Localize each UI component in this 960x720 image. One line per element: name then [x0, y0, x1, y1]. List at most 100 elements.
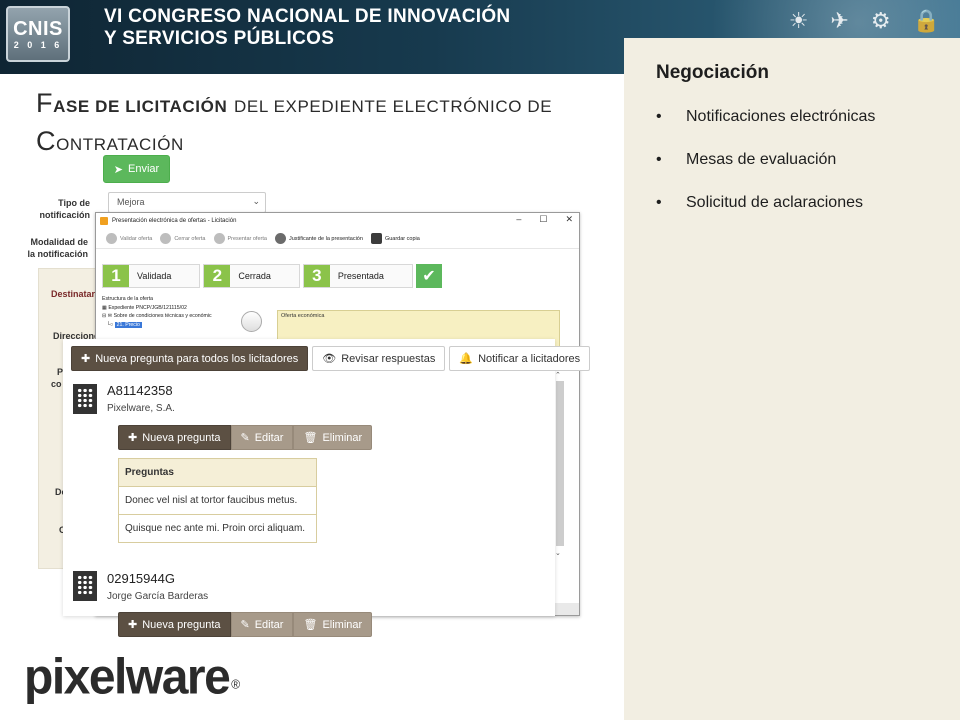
review-answers-button[interactable]: 👁 Revisar respuestas — [312, 346, 446, 371]
tree-item[interactable]: └○ 21. Precio — [102, 321, 234, 330]
button-label: Editar — [254, 431, 284, 444]
badge-text: CNIS — [13, 18, 63, 40]
window-corner — [554, 603, 579, 615]
tree-item-label: 21. Precio — [114, 321, 142, 328]
tree-item-label: Expediente PNCP/JGB/121115/02 — [108, 304, 187, 311]
step-number: 1 — [103, 265, 129, 287]
button-label: Editar — [254, 618, 284, 631]
title-rest: del expediente electrónico de — [234, 97, 553, 116]
banner-icons: ☀ ✈ ⚙ 🔒 — [789, 8, 940, 34]
window-toolbar: Validar oferta Cerrar oferta Presentar o… — [96, 229, 579, 249]
building-icon — [73, 384, 97, 414]
toolbar-label: Justificante de la presentación — [288, 235, 363, 242]
lock-icon — [160, 233, 172, 244]
tipo-label: Tipo de notificación — [30, 197, 90, 221]
banner-title-line2: Y SERVICIOS PÚBLICOS — [104, 28, 335, 49]
bullet-icon: • — [656, 108, 662, 125]
button-label: Eliminar — [322, 431, 363, 444]
radio-button[interactable] — [241, 311, 262, 332]
tree-item[interactable]: ⊟ ✉ Sobre de condiciones técnicas y econ… — [102, 312, 234, 321]
pixelware-logo: pixelware ® — [24, 649, 240, 708]
new-question-all-button[interactable]: ✚ Nueva pregunta para todos los licitador… — [71, 346, 309, 371]
modalidad-label-2: la notificación — [27, 249, 88, 259]
title-strong: ase de licitación — [53, 97, 228, 116]
button-label: Revisar respuestas — [341, 352, 436, 365]
upload-icon — [213, 233, 225, 244]
title-rest: ontratación — [56, 135, 184, 154]
delete-button[interactable]: 🗑 Eliminar — [293, 612, 373, 637]
new-question-button[interactable]: ✚ Nueva pregunta — [118, 612, 231, 637]
banner-title: VI CONGRESO NACIONAL DE INNOVACIÓN Y SER… — [104, 6, 510, 50]
step-closed: 2 Cerrada — [203, 264, 300, 288]
progress-steps: 1 Validada 2 Cerrada 3 Presentada ✔ — [102, 264, 442, 288]
toolbar-label: Validar oferta — [120, 235, 153, 242]
chevron-down-icon[interactable]: ⌄ — [555, 549, 561, 557]
edit-button[interactable]: ✎ Editar — [230, 612, 294, 637]
bidder-id: 02915944G — [107, 571, 175, 586]
questions-panel: ✚ Nueva pregunta para todos los licitador… — [63, 339, 591, 616]
send-icon: ➤ — [113, 163, 124, 176]
toolbar-label: Presentar oferta — [227, 235, 267, 242]
notify-bidders-button[interactable]: 🔔 Notificar a licitadores — [449, 346, 591, 371]
questions-header: Preguntas — [118, 458, 317, 487]
trash-icon: 🗑 — [303, 432, 318, 444]
tipo-label-2: notificación — [39, 210, 90, 220]
step-number: 2 — [204, 265, 231, 287]
offer-box-label: Oferta económica — [281, 313, 325, 319]
cnis-badge: CNIS 2 0 1 6 — [6, 6, 70, 62]
save-copy-button[interactable]: Guardar copia — [370, 233, 420, 244]
logo-text: pixelware — [24, 649, 231, 706]
slide: CNIS 2 0 1 6 VI CONGRESO NACIONAL DE INN… — [0, 0, 960, 720]
delete-button[interactable]: 🗑 Eliminar — [293, 425, 373, 450]
ribbon-icon — [274, 233, 286, 244]
check-icon — [106, 233, 117, 244]
submit-offer-button[interactable]: Presentar oferta — [213, 233, 267, 244]
banner-title-line1: VI CONGRESO NACIONAL DE INNOVACIÓN — [104, 6, 511, 27]
bidder-actions: ✚ Nueva pregunta ✎ Editar 🗑 Eliminar — [118, 612, 373, 637]
send-label: Enviar — [128, 163, 160, 175]
building-icon — [73, 571, 97, 601]
tree-item[interactable]: ▦ Expediente PNCP/JGB/121115/02 — [102, 304, 234, 313]
button-label: Nueva pregunta — [142, 431, 221, 444]
save-icon — [370, 233, 382, 244]
send-button[interactable]: ➤ Enviar — [103, 155, 170, 183]
edit-icon: ✎ — [240, 432, 250, 444]
receipt-button[interactable]: Justificante de la presentación — [274, 233, 363, 244]
close-offer-button[interactable]: Cerrar oferta — [160, 233, 206, 244]
modalidad-label: Modalidad de la notificación — [22, 236, 88, 260]
recipients-label: Destinatari — [51, 289, 98, 299]
bullet-icon: • — [656, 151, 662, 168]
validate-offer-button[interactable]: Validar oferta — [106, 233, 152, 244]
questions-table: Preguntas Donec vel nisl at tortor fauci… — [118, 458, 317, 543]
side-item-label: Solicitud de aclaraciones — [686, 194, 863, 211]
app-icon — [100, 217, 108, 225]
question-text: Donec vel nisl at tortor faucibus metus. — [118, 486, 317, 515]
trash-icon: 🗑 — [303, 619, 318, 631]
edit-icon: ✎ — [240, 619, 250, 631]
title-cap: C — [36, 126, 57, 156]
button-label: Eliminar — [322, 618, 363, 631]
slide-title: Fase de licitación del expediente electr… — [36, 86, 616, 162]
window-titlebar: Presentación electrónica de ofertas - Li… — [96, 213, 579, 229]
window-title: Presentación electrónica de ofertas - Li… — [112, 218, 237, 224]
bidder-name: Jorge García Barderas — [107, 591, 209, 602]
chevron-down-icon: ⌄ — [252, 196, 260, 206]
step-validated: 1 Validada — [102, 264, 201, 288]
side-panel: Negociación • Notificaciones electrónicas… — [624, 38, 960, 720]
chevron-up-icon[interactable]: ⌃ — [555, 371, 561, 379]
scrollbar-thumb[interactable] — [556, 381, 564, 546]
tipo-select[interactable]: Mejora ⌄ — [108, 192, 266, 213]
maximize-icon[interactable]: ☐ — [539, 214, 547, 225]
table-row[interactable]: Quisque nec ante mi. Proin orci aliquam. — [118, 514, 317, 543]
form-fragment: co — [51, 379, 62, 389]
minimize-icon[interactable]: – — [516, 214, 521, 225]
window-scrollbar[interactable]: ⌃ ⌄ — [554, 371, 566, 561]
edit-button[interactable]: ✎ Editar — [230, 425, 294, 450]
table-row[interactable]: Donec vel nisl at tortor faucibus metus. — [118, 486, 317, 515]
gear-icon: ⚙ — [870, 8, 891, 33]
new-question-button[interactable]: ✚ Nueva pregunta — [118, 425, 231, 450]
modalidad-label-1: Modalidad de — [30, 237, 88, 247]
side-list-item: • Notificaciones electrónicas — [656, 108, 875, 151]
close-icon[interactable]: ✕ — [565, 214, 573, 225]
button-label: Nueva pregunta — [142, 618, 221, 631]
